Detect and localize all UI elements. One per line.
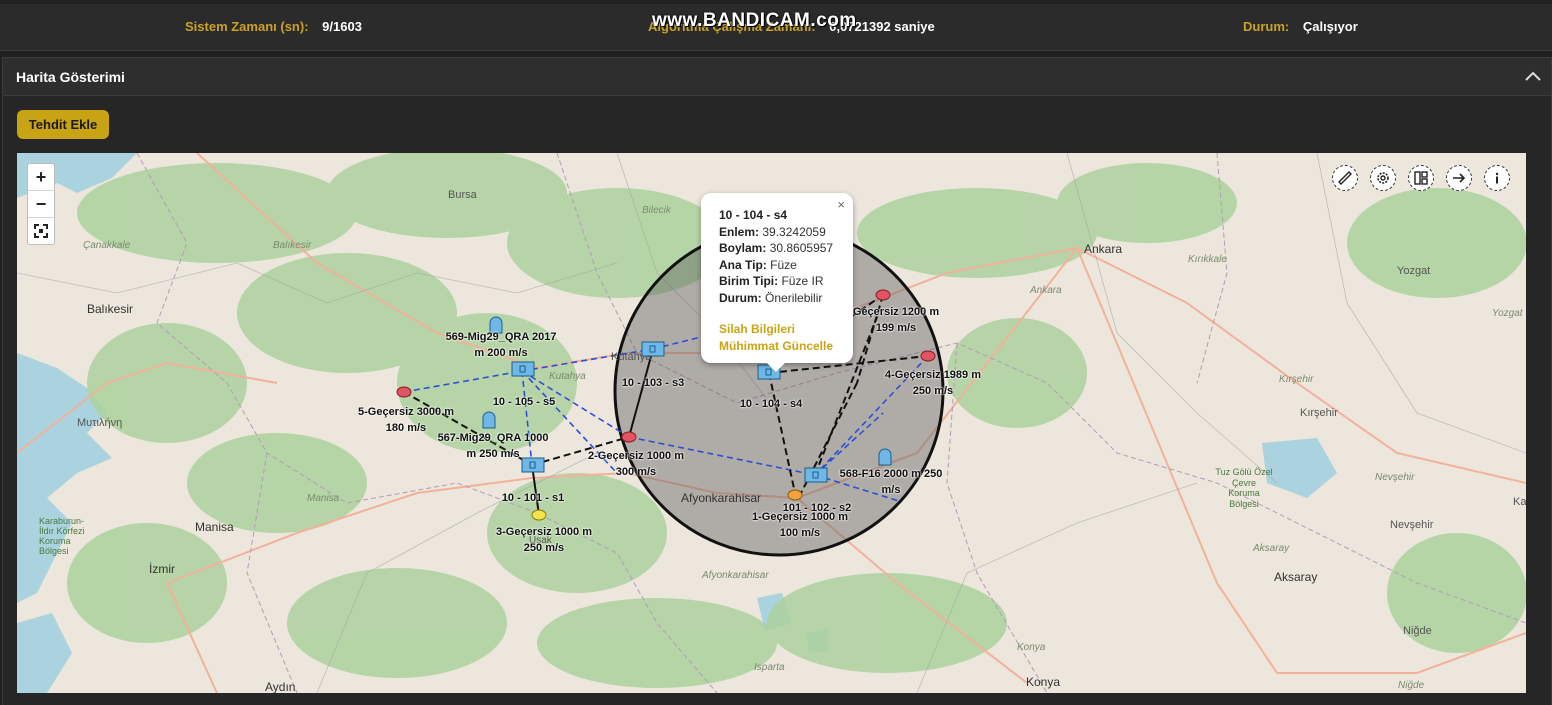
label-t2: 2-Geçersiz 1000 m 300 m/s xyxy=(588,448,684,480)
label-tg-line1: Geçersiz 1200 m xyxy=(852,306,940,318)
threat-1-icon[interactable] xyxy=(787,489,803,501)
label-s1-line1: 10 - 101 - s1 xyxy=(501,492,565,504)
ammo-update-link[interactable]: Mühimmat Güncelle xyxy=(719,338,833,355)
label-t3-line1: 3-Geçersiz 1000 m xyxy=(495,526,593,538)
label-569-line2: m 200 m/s xyxy=(474,347,528,359)
status-bar: Sistem Zamanı (sn): 9/1603 Algoritma Çal… xyxy=(0,4,1552,51)
popup-main-type-label: Ana Tip: xyxy=(719,257,767,272)
label-568-line2: m/s xyxy=(881,484,901,496)
label-tg: Geçersiz 1200 m 199 m/s xyxy=(853,304,939,336)
forward-tool-button[interactable] xyxy=(1446,165,1472,191)
measure-tool-button[interactable] xyxy=(1332,165,1358,191)
label-s5-line1: 10 - 105 - s5 xyxy=(492,396,556,408)
label-t1: 1-Geçersiz 1000 m 100 m/s xyxy=(752,509,848,541)
aircraft-568-icon[interactable] xyxy=(878,448,892,466)
label-t1-line2: 100 m/s xyxy=(779,527,821,539)
sensor-s5-icon[interactable] xyxy=(511,361,535,377)
label-s4: 10 - 104 - s4 xyxy=(740,396,802,412)
popup-main-type: Ana Tip: Füze xyxy=(719,257,833,274)
popup-main-type-value: Füze xyxy=(770,257,797,272)
system-time: Sistem Zamanı (sn): 9/1603 xyxy=(185,19,362,34)
popup-lon: Boylam: 30.8605957 xyxy=(719,240,833,257)
layout-icon xyxy=(1414,171,1428,185)
label-t3: 3-Geçersiz 1000 m 250 m/s xyxy=(496,524,592,556)
label-568: 568-F16 2000 m 250 m/s xyxy=(840,466,943,498)
popup-lat-value: 39.3242059 xyxy=(762,224,826,239)
weapon-info-link[interactable]: Silah Bilgileri xyxy=(719,321,833,338)
arrow-right-icon xyxy=(1453,173,1466,183)
label-t4: 4-Geçersiz 1989 m 250 m/s xyxy=(885,367,981,399)
threat-5-icon[interactable] xyxy=(396,386,412,398)
popup-close-button[interactable]: × xyxy=(837,197,845,214)
popup-lat: Enlem: 39.3242059 xyxy=(719,224,833,241)
system-time-value: 9/1603 xyxy=(322,19,362,34)
label-t2-line2: 300 m/s xyxy=(615,466,657,478)
panel-title: Harita Gösterimi xyxy=(16,69,125,85)
map-panel: Harita Gösterimi Tehdit Ekle Bursa Bilec… xyxy=(2,57,1552,705)
label-568-line1: 568-F16 2000 m 250 xyxy=(839,468,943,480)
label-t2-line1: 2-Geçersiz 1000 m xyxy=(587,450,685,462)
label-567-line2: m 250 m/s xyxy=(466,448,520,460)
label-569-line1: 569-Mig29_QRA 2017 xyxy=(445,331,557,343)
popup-status-label: Durum: xyxy=(719,290,762,305)
threat-4-icon[interactable] xyxy=(920,350,936,362)
label-t3-line2: 250 m/s xyxy=(523,542,565,554)
threat-geçersiz-icon[interactable] xyxy=(875,289,891,301)
zoom-control: + − xyxy=(27,163,55,245)
label-s3: 10 - 103 - s3 xyxy=(622,375,684,391)
threat-3-icon[interactable] xyxy=(531,509,547,521)
label-s4-line1: 10 - 104 - s4 xyxy=(739,398,803,410)
info-icon xyxy=(1495,172,1499,184)
threat-2-icon[interactable] xyxy=(621,431,637,443)
popup-lon-label: Boylam: xyxy=(719,241,767,255)
label-t1-line1: 1-Geçersiz 1000 m xyxy=(751,511,849,523)
zoom-out-button[interactable]: − xyxy=(28,191,54,218)
label-567-line1: 567-Mig29_QRA 1000 xyxy=(437,432,549,444)
label-569: 569-Mig29_QRA 2017 m 200 m/s xyxy=(446,329,557,361)
gear-icon xyxy=(1377,172,1389,184)
info-tool-button[interactable] xyxy=(1484,165,1510,191)
run-state: Durum: Çalışıyor xyxy=(1243,19,1358,34)
popup-lat-label: Enlem: xyxy=(719,224,760,239)
fullscreen-button[interactable] xyxy=(28,218,54,244)
aircraft-567-icon[interactable] xyxy=(482,411,496,429)
popup-title: 10 - 104 - s4 xyxy=(719,208,788,222)
sensor-s2-icon[interactable] xyxy=(804,467,828,483)
label-t4-line1: 4-Geçersiz 1989 m xyxy=(884,369,982,381)
sensor-popup: × 10 - 104 - s4 Enlem: 39.3242059 Boylam… xyxy=(701,193,853,372)
chevron-up-icon[interactable] xyxy=(1523,66,1543,86)
map-view[interactable]: Bursa Bilecik Çanakkale Balıkesir Balıke… xyxy=(17,153,1526,693)
fullscreen-icon xyxy=(34,224,48,238)
map-panel-header[interactable]: Harita Gösterimi xyxy=(3,58,1551,96)
recorder-watermark: www.BANDICAM.com xyxy=(652,10,857,31)
settings-tool-button[interactable] xyxy=(1370,165,1396,191)
run-state-label: Durum: xyxy=(1243,19,1290,34)
label-s5: 10 - 105 - s5 xyxy=(493,394,555,410)
popup-unit-type: Birim Tipi: Füze IR xyxy=(719,273,833,290)
ruler-icon xyxy=(1338,171,1352,185)
popup-lon-value: 30.8605957 xyxy=(769,241,834,255)
popup-status: Durum: Önerilebilir xyxy=(719,290,833,307)
label-s1: 10 - 101 - s1 xyxy=(502,490,564,506)
sensor-s3-icon[interactable] xyxy=(641,341,665,357)
popup-unit-type-value: Füze IR xyxy=(781,274,824,288)
system-time-label: Sistem Zamanı (sn): xyxy=(185,19,309,34)
label-s3-line1: 10 - 103 - s3 xyxy=(621,377,685,389)
popup-status-value: Önerilebilir xyxy=(765,290,823,305)
label-t5-line1: 5-Geçersiz 3000 m xyxy=(357,406,455,418)
run-state-value: Çalışıyor xyxy=(1302,19,1358,34)
layers-tool-button[interactable] xyxy=(1408,165,1434,191)
label-t4-line2: 250 m/s xyxy=(912,385,954,397)
zoom-in-button[interactable]: + xyxy=(28,164,54,191)
add-threat-button[interactable]: Tehdit Ekle xyxy=(17,110,109,139)
label-567: 567-Mig29_QRA 1000 m 250 m/s xyxy=(438,430,549,462)
popup-unit-type-label: Birim Tipi: xyxy=(719,274,779,288)
label-tg-line2: 199 m/s xyxy=(875,322,917,334)
